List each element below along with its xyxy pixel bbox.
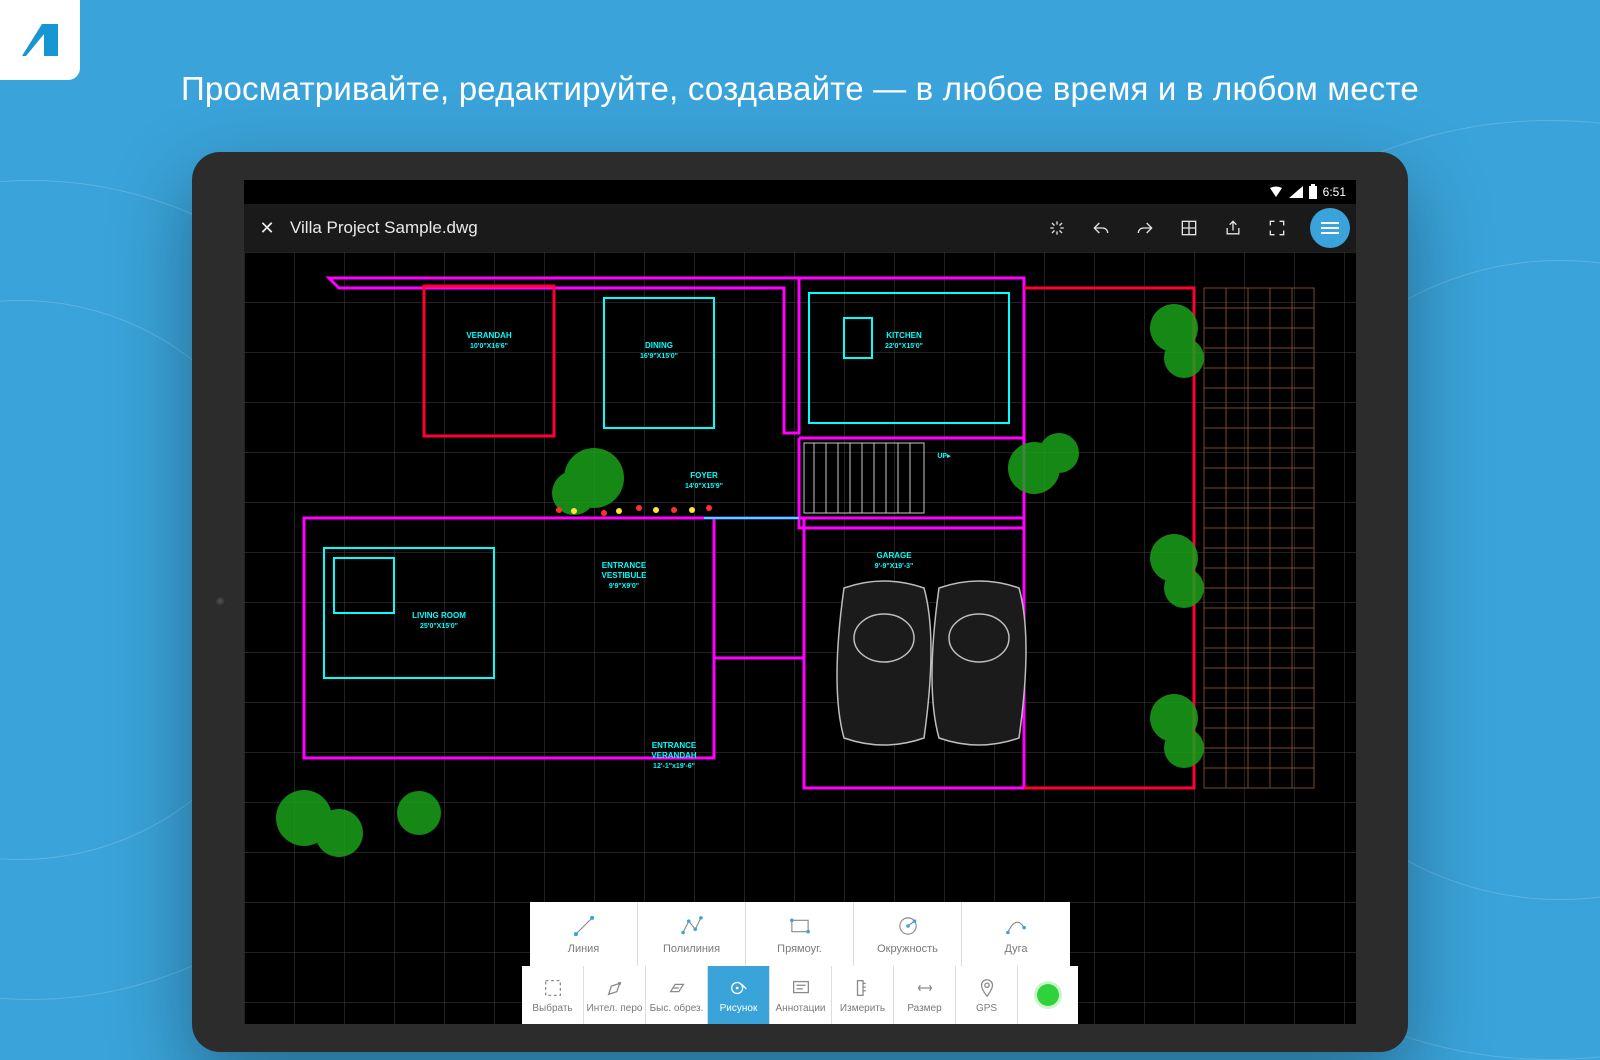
label-up: UP▸ — [937, 453, 951, 460]
draw-tools-row: Линия Полилиния Прямоуг. Окружность — [530, 902, 1070, 966]
label-verandah: VERANDAH — [466, 331, 512, 340]
label-garage: GARAGE — [876, 551, 912, 560]
tool-draw[interactable]: Рисунок — [708, 966, 770, 1024]
tool-label: Размер — [907, 1003, 941, 1014]
label-vestibule: ENTRANCE — [602, 561, 647, 570]
snap-icon[interactable] — [1042, 213, 1072, 243]
tool-label: Окружность — [877, 943, 938, 955]
tool-label: Полилиния — [663, 943, 720, 955]
tool-quick-trim[interactable]: Быс. обрез. — [646, 966, 708, 1024]
battery-icon — [1309, 186, 1317, 199]
tablet-mockup: 6:51 ✕ Villa Project Sample.dwg — [192, 152, 1408, 1052]
android-status-bar: 6:51 — [244, 180, 1356, 204]
app-bar: ✕ Villa Project Sample.dwg — [244, 204, 1356, 252]
tool-measure[interactable]: Измерить — [832, 966, 894, 1024]
tool-label: Быс. обрез. — [650, 1003, 704, 1014]
tool-label: Аннотации — [776, 1003, 826, 1014]
tool-gps[interactable]: GPS — [956, 966, 1018, 1024]
layouts-icon[interactable] — [1174, 213, 1204, 243]
tool-dimension[interactable]: Размер — [894, 966, 956, 1024]
tablet-camera — [216, 597, 226, 607]
tool-label: Интел. перо — [587, 1003, 643, 1014]
label-kitchen: KITCHEN — [886, 331, 922, 340]
tool-label: Измерить — [840, 1003, 885, 1014]
wifi-icon — [1269, 186, 1283, 198]
signal-icon — [1289, 186, 1303, 198]
tool-line[interactable]: Линия — [530, 902, 638, 966]
tool-smart-pen[interactable]: Интел. перо — [584, 966, 646, 1024]
tool-label: Дуга — [1004, 943, 1027, 955]
cad-canvas[interactable]: VERANDAH 10'0"X16'6" DINING 16'9"X15'0" … — [244, 252, 1356, 1024]
svg-text:9'-9"X19'-3": 9'-9"X19'-3" — [875, 563, 914, 570]
file-title: Villa Project Sample.dwg — [290, 218, 478, 238]
tool-annotations[interactable]: Аннотации — [770, 966, 832, 1024]
mode-tools-row: Выбрать Интел. перо Быс. обрез. Рисунок — [522, 966, 1078, 1024]
svg-text:14'0"X15'9": 14'0"X15'9" — [685, 483, 723, 490]
tool-rectangle[interactable]: Прямоуг. — [746, 902, 854, 966]
label-entrance-verandah: ENTRANCE — [652, 741, 697, 750]
label-living: LIVING ROOM — [412, 611, 466, 620]
redo-icon[interactable] — [1130, 213, 1160, 243]
tool-record[interactable] — [1018, 966, 1078, 1024]
share-icon[interactable] — [1218, 213, 1248, 243]
svg-text:22'0"X15'0": 22'0"X15'0" — [885, 343, 923, 350]
tool-label: Прямоуг. — [777, 943, 822, 955]
autodesk-logo — [0, 0, 80, 80]
tool-label: GPS — [976, 1003, 997, 1014]
tool-polyline[interactable]: Полилиния — [638, 902, 746, 966]
tool-label: Линия — [568, 943, 600, 955]
marketing-headline: Просматривайте, редактируйте, создавайте… — [0, 70, 1600, 108]
svg-text:16'9"X15'0": 16'9"X15'0" — [640, 353, 678, 360]
tablet-screen: 6:51 ✕ Villa Project Sample.dwg — [244, 180, 1356, 1024]
hamburger-icon — [1321, 222, 1339, 234]
fullscreen-icon[interactable] — [1262, 213, 1292, 243]
svg-text:12'-1"x19'-6": 12'-1"x19'-6" — [653, 763, 695, 770]
svg-text:VERANDAH: VERANDAH — [651, 751, 697, 760]
svg-text:10'0"X16'6": 10'0"X16'6" — [470, 343, 508, 350]
record-icon — [1037, 984, 1059, 1006]
svg-text:9'9"X9'0": 9'9"X9'0" — [609, 583, 639, 590]
undo-icon[interactable] — [1086, 213, 1116, 243]
label-foyer: FOYER — [690, 471, 718, 480]
tool-label: Рисунок — [720, 1003, 758, 1014]
tool-arc[interactable]: Дуга — [962, 902, 1070, 966]
label-dining: DINING — [645, 341, 673, 350]
tool-panels: Линия Полилиния Прямоуг. Окружность — [522, 902, 1078, 1024]
status-time: 6:51 — [1323, 185, 1346, 199]
tool-select[interactable]: Выбрать — [522, 966, 584, 1024]
svg-text:VESTIBULE: VESTIBULE — [602, 571, 648, 580]
close-button[interactable]: ✕ — [258, 219, 276, 237]
tool-circle[interactable]: Окружность — [854, 902, 962, 966]
svg-text:25'0"X15'0": 25'0"X15'0" — [420, 623, 458, 630]
menu-button[interactable] — [1310, 208, 1350, 248]
tool-label: Выбрать — [532, 1003, 572, 1014]
